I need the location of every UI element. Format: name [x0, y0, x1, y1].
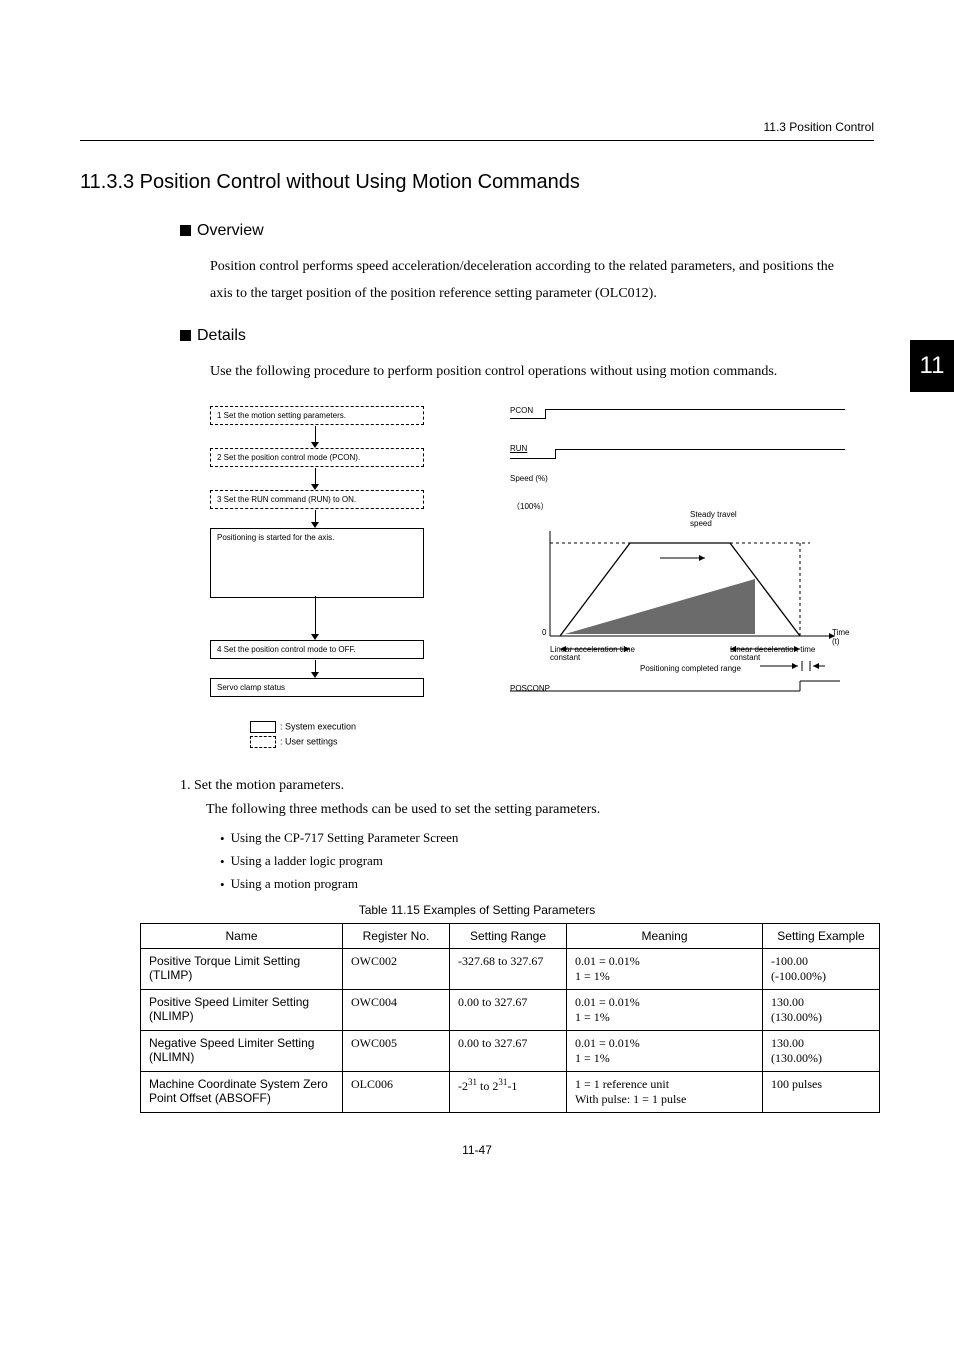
sig-line	[510, 458, 555, 459]
speed-chart	[510, 521, 850, 721]
flow-connector	[315, 596, 316, 636]
section-heading: 11.3.3 Position Control without Using Mo…	[80, 171, 874, 194]
bullet-icon: •	[220, 831, 225, 847]
cell-register: OLC006	[343, 1071, 450, 1112]
cell-register: OWC004	[343, 989, 450, 1030]
details-label: Details	[197, 327, 246, 344]
bullet-text: Using a ladder logic program	[231, 853, 383, 868]
flow-step-1: 1 Set the motion setting parameters.	[210, 406, 424, 425]
parameters-table: Name Register No. Setting Range Meaning …	[140, 923, 880, 1113]
cell-range: 0.00 to 327.67	[450, 1030, 567, 1071]
legend-user: : User settings	[280, 736, 338, 746]
cell-example: 130.00(130.00%)	[763, 1030, 880, 1071]
bullet-3: • Using a motion program	[220, 876, 874, 893]
table-header-row: Name Register No. Setting Range Meaning …	[141, 923, 880, 948]
label-lin-dec: Linear deceleration time constant	[730, 646, 840, 663]
table-row: Negative Speed Limiter Setting (NLIMN)OW…	[141, 1030, 880, 1071]
table-caption: Table 11.15 Examples of Setting Paramete…	[80, 903, 874, 917]
legend-dashed-icon	[250, 736, 276, 748]
page-number: 11-47	[80, 1143, 874, 1157]
sig-line	[510, 418, 545, 419]
label-time: Time (t)	[832, 628, 850, 646]
bullet-text: Using the CP-717 Setting Parameter Scree…	[231, 830, 459, 845]
cell-range: 0.00 to 327.67	[450, 989, 567, 1030]
overview-body: Position control performs speed accelera…	[210, 254, 854, 307]
table-row: Positive Torque Limit Setting (TLIMP)OWC…	[141, 948, 880, 989]
cell-name: Positive Speed Limiter Setting (NLIMP)	[141, 989, 343, 1030]
th-meaning: Meaning	[567, 923, 763, 948]
flow-step-2: 2 Set the position control mode (PCON).	[210, 448, 424, 467]
sig-line	[545, 409, 546, 419]
label-run: RUN	[510, 444, 527, 453]
label-speedpct: Speed (%)	[510, 474, 548, 483]
flow-step-3: 3 Set the RUN command (RUN) to ON.	[210, 490, 424, 509]
cell-name: Positive Torque Limit Setting (TLIMP)	[141, 948, 343, 989]
chapter-tab: 11	[910, 340, 954, 392]
overview-heading: Overview	[180, 222, 874, 240]
flow-servo: Servo clamp status	[210, 678, 424, 697]
legend-solid-icon	[250, 721, 276, 733]
cell-example: 100 pulses	[763, 1071, 880, 1112]
label-poscomp: POSCONP	[510, 684, 550, 693]
cell-range: -231 to 231-1	[450, 1071, 567, 1112]
bullet-icon: •	[220, 877, 225, 893]
cell-name: Negative Speed Limiter Setting (NLIMN)	[141, 1030, 343, 1071]
bullet-text: Using a motion program	[231, 876, 358, 891]
cell-range: -327.68 to 327.67	[450, 948, 567, 989]
legend-system: : System execution	[280, 721, 356, 731]
cell-example: -100.00(-100.00%)	[763, 948, 880, 989]
th-reg: Register No.	[343, 923, 450, 948]
table-row: Positive Speed Limiter Setting (NLIMP)OW…	[141, 989, 880, 1030]
label-zero: 0	[542, 628, 546, 637]
label-steady: Steady travel speed	[690, 511, 755, 529]
cell-meaning: 0.01 = 0.01%1 = 1%	[567, 989, 763, 1030]
square-bullet-icon	[180, 225, 191, 236]
details-body: Use the following procedure to perform p…	[210, 359, 854, 386]
sig-line	[545, 409, 845, 410]
th-example: Setting Example	[763, 923, 880, 948]
cell-register: OWC005	[343, 1030, 450, 1071]
th-range: Setting Range	[450, 923, 567, 948]
label-pcon: PCON	[510, 406, 533, 415]
cell-name: Machine Coordinate System Zero Point Off…	[141, 1071, 343, 1112]
cell-meaning: 0.01 = 0.01%1 = 1%	[567, 1030, 763, 1071]
table-row: Machine Coordinate System Zero Point Off…	[141, 1071, 880, 1112]
bullet-2: • Using a ladder logic program	[220, 853, 874, 870]
bullet-icon: •	[220, 854, 225, 870]
square-bullet-icon	[180, 330, 191, 341]
procedure-diagram: 1 Set the motion setting parameters. 2 S…	[210, 406, 874, 756]
flow-positioning: Positioning is started for the axis.	[210, 528, 424, 598]
procedure-step-1-body: The following three methods can be used …	[206, 802, 874, 818]
label-100pct: （100%）	[512, 501, 548, 512]
overview-label: Overview	[197, 222, 264, 239]
th-name: Name	[141, 923, 343, 948]
flow-step-4: 4 Set the position control mode to OFF.	[210, 640, 424, 659]
sig-line	[555, 449, 845, 450]
page: 11.3 Position Control 11 11.3.3 Position…	[0, 0, 954, 1197]
bullet-1: • Using the CP-717 Setting Parameter Scre…	[220, 830, 874, 847]
cell-meaning: 0.01 = 0.01%1 = 1%	[567, 948, 763, 989]
cell-register: OWC002	[343, 948, 450, 989]
cell-example: 130.00(130.00%)	[763, 989, 880, 1030]
sig-line	[555, 449, 556, 459]
label-pos-range: Positioning completed range	[640, 664, 741, 673]
cell-meaning: 1 = 1 reference unitWith pulse: 1 = 1 pu…	[567, 1071, 763, 1112]
legend: : System execution : User settings	[250, 721, 356, 748]
label-lin-acc: Linear acceleration time constant	[550, 646, 660, 663]
details-heading: Details	[180, 327, 874, 345]
label-position: Position	[675, 581, 703, 590]
breadcrumb: 11.3 Position Control	[80, 120, 874, 141]
procedure-step-1: 1. Set the motion parameters.	[180, 778, 874, 794]
